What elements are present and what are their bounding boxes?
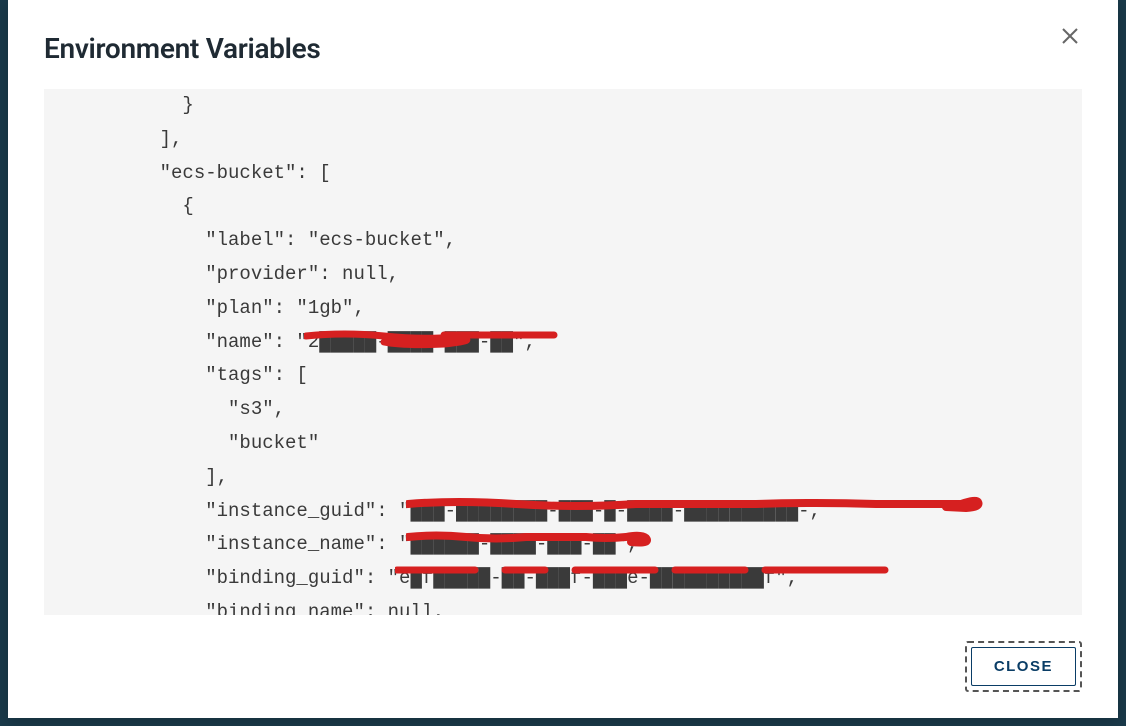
code-line: "binding_guid": "e█f█████-██-███f-███e-█… [114, 567, 798, 589]
code-line: "tags": [ [114, 364, 308, 386]
redacted-instance-guid: ███-████████-███-█-████-██████████- [410, 495, 809, 529]
code-line: "provider": null, [114, 263, 399, 285]
code-line: "name": "2█████-████-███-██", [114, 331, 536, 353]
code-line: ], [114, 466, 228, 488]
code-line: "instance_guid": "███-████████-███-█-███… [114, 500, 821, 522]
env-vars-modal: Environment Variables } ], "ecs-bucket":… [8, 0, 1118, 718]
modal-title: Environment Variables [44, 32, 320, 65]
redacted-name: 2█████-████-███-██ [308, 326, 513, 360]
code-line: ], [114, 128, 182, 150]
close-icon[interactable] [1058, 22, 1082, 52]
code-scroll[interactable]: } ], "ecs-bucket": [ { "label": "ecs-buc… [44, 89, 1082, 615]
code-panel: } ], "ecs-bucket": [ { "label": "ecs-buc… [44, 89, 1082, 615]
code-line: { [114, 195, 194, 217]
code-block: } ], "ecs-bucket": [ { "label": "ecs-buc… [44, 89, 1082, 615]
code-line: } [114, 94, 194, 116]
x-icon [1062, 28, 1078, 44]
close-button[interactable]: CLOSE [971, 647, 1076, 686]
code-line: "instance_name": "██████-████-███-██", [114, 533, 639, 555]
code-line: "label": "ecs-bucket", [114, 229, 456, 251]
code-line: "bucket" [114, 432, 319, 454]
modal-header: Environment Variables [8, 0, 1118, 81]
close-button-focus-ring: CLOSE [965, 641, 1082, 692]
redacted-instance-name: ██████-████-███-██ [410, 528, 615, 562]
code-line: "s3", [114, 398, 285, 420]
code-line: "ecs-bucket": [ [114, 162, 331, 184]
code-line: "binding_name": null, [114, 601, 445, 615]
redacted-binding-guid: e█f█████-██-███f-███e-██████████f [399, 562, 775, 596]
modal-footer: CLOSE [8, 631, 1118, 718]
code-line: "plan": "1gb", [114, 297, 365, 319]
